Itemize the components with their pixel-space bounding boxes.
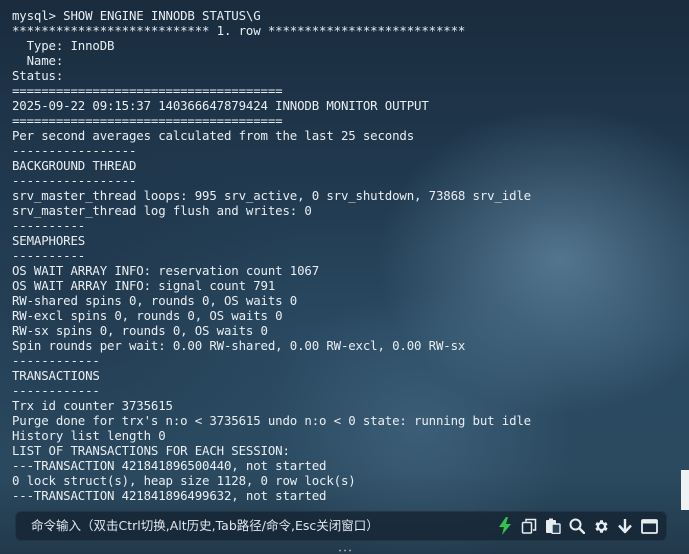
terminal-line: mysql> SHOW ENGINE INNODB STATUS\G: [12, 8, 261, 23]
paste-icon[interactable]: [541, 511, 565, 541]
terminal-line: RW-shared spins 0, rounds 0, OS waits 0: [12, 293, 298, 308]
terminal-line: RW-excl spins 0, rounds 0, OS waits 0: [12, 308, 283, 323]
terminal-line: Per second averages calculated from the …: [12, 128, 415, 143]
terminal-line: ---TRANSACTION 421841896500440, not star…: [12, 458, 327, 473]
window-icon[interactable]: [637, 511, 661, 541]
side-panel-edge: [681, 470, 689, 510]
terminal-line: srv_master_thread loops: 995 srv_active,…: [12, 188, 531, 203]
resize-handle[interactable]: [338, 549, 352, 552]
terminal-line: ----------: [12, 248, 86, 263]
terminal-line: -----------------: [12, 143, 137, 158]
terminal-line: ----------: [12, 218, 86, 233]
terminal-line: =====================================: [12, 113, 283, 128]
terminal-line: -----------------: [12, 173, 137, 188]
terminal-line: =====================================: [12, 83, 283, 98]
terminal-line: BACKGROUND THREAD: [12, 158, 137, 173]
terminal-output[interactable]: mysql> SHOW ENGINE INNODB STATUS\G *****…: [12, 8, 682, 506]
command-input[interactable]: 命令输入（双击Ctrl切换,Alt历史,Tab路径/命令,Esc关闭窗口）: [31, 511, 379, 541]
command-bar: 命令输入（双击Ctrl切换,Alt历史,Tab路径/命令,Esc关闭窗口）: [15, 511, 667, 541]
terminal-line: Type: InnoDB: [12, 38, 115, 53]
copy-icon[interactable]: [517, 511, 541, 541]
terminal-line: Trx id counter 3735615: [12, 398, 173, 413]
lightning-icon[interactable]: [493, 511, 517, 541]
terminal-line: Spin rounds per wait: 0.00 RW-shared, 0.…: [12, 338, 466, 353]
search-icon[interactable]: [565, 511, 589, 541]
terminal-line: ---TRANSACTION 421841896499632, not star…: [12, 488, 327, 503]
terminal-line: Status:: [12, 68, 71, 83]
download-icon[interactable]: [613, 511, 637, 541]
terminal-line: TRANSACTIONS: [12, 368, 100, 383]
command-toolbar: [493, 511, 661, 541]
terminal-line: Name:: [12, 53, 71, 68]
terminal-line: LIST OF TRANSACTIONS FOR EACH SESSION:: [12, 443, 290, 458]
terminal-line: SEMAPHORES: [12, 233, 86, 248]
terminal-line: OS WAIT ARRAY INFO: signal count 791: [12, 278, 276, 293]
terminal-line: Purge done for trx's n:o < 3735615 undo …: [12, 413, 531, 428]
gear-icon[interactable]: [589, 511, 613, 541]
terminal-line: RW-sx spins 0, rounds 0, OS waits 0: [12, 323, 268, 338]
terminal-line: 0 lock struct(s), heap size 1128, 0 row …: [12, 473, 356, 488]
terminal-line: srv_master_thread log flush and writes: …: [12, 203, 312, 218]
terminal-line: 2025-09-22 09:15:37 140366647879424 INNO…: [12, 98, 429, 113]
terminal-line: *************************** 1. row *****…: [12, 23, 466, 38]
terminal-line: ------------: [12, 383, 100, 398]
terminal-line: History list length 0: [12, 428, 166, 443]
terminal-line: ------------: [12, 353, 100, 368]
terminal-line: OS WAIT ARRAY INFO: reservation count 10…: [12, 263, 320, 278]
